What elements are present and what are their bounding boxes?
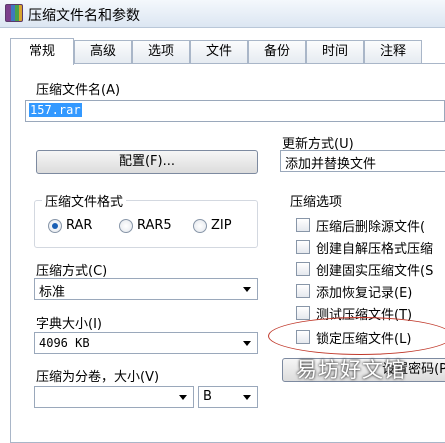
tab-files[interactable]: 文件	[190, 40, 248, 63]
update-mode-select[interactable]: 添加并替换文件	[280, 150, 445, 172]
format-rar-radio[interactable]	[48, 219, 62, 233]
archive-name-value: 157.rar	[29, 103, 82, 117]
dictionary-size-value: 4096 KB	[39, 336, 90, 350]
compression-method-label: 压缩方式(C)	[36, 264, 108, 279]
dictionary-size-label: 字典大小(I)	[36, 317, 102, 332]
format-zip-radio[interactable]	[193, 219, 207, 233]
tab-backup[interactable]: 备份	[248, 40, 306, 63]
tab-advanced[interactable]: 高级	[74, 40, 132, 63]
compression-method-select[interactable]: 标准	[34, 278, 258, 300]
dictionary-size-select[interactable]: 4096 KB	[34, 332, 258, 354]
chevron-down-icon[interactable]	[239, 335, 255, 351]
tab-options[interactable]: 选项	[132, 40, 190, 63]
format-zip-label: ZIP	[211, 218, 232, 233]
split-volumes-input[interactable]	[34, 386, 194, 408]
recovery-record-label: 添加恢复记录(E)	[316, 286, 413, 301]
tab-comment[interactable]: 注释	[364, 40, 422, 63]
highlight-annotation	[268, 317, 445, 355]
chevron-down-icon[interactable]	[239, 281, 255, 297]
test-archive-checkbox[interactable]	[296, 306, 310, 320]
window-title: 压缩文件名和参数	[28, 8, 140, 24]
split-unit-select[interactable]: B	[198, 386, 258, 408]
update-mode-value: 添加并替换文件	[285, 157, 377, 172]
format-rar5-radio[interactable]	[119, 219, 133, 233]
archive-name-input[interactable]: 157.rar	[25, 100, 445, 122]
tab-general[interactable]: 常规	[10, 38, 74, 65]
archive-format-title: 压缩文件格式	[42, 191, 127, 210]
compression-options-title: 压缩选项	[290, 195, 343, 210]
format-rar5-label: RAR5	[137, 218, 172, 233]
delete-after-label: 压缩后删除源文件(	[316, 220, 426, 235]
create-sfx-checkbox[interactable]	[296, 240, 310, 254]
archive-name-label: 压缩文件名(A)	[36, 83, 121, 98]
delete-after-checkbox[interactable]	[296, 218, 310, 232]
title-bar: 压缩文件名和参数	[0, 0, 445, 28]
create-solid-label: 创建固实压缩文件(S	[316, 264, 434, 279]
recovery-record-checkbox[interactable]	[296, 284, 310, 298]
watermark: 易坊好文馆	[296, 358, 406, 382]
profiles-button[interactable]: 配置(F)...	[36, 150, 258, 174]
tab-time[interactable]: 时间	[306, 40, 364, 63]
create-solid-checkbox[interactable]	[296, 262, 310, 276]
create-sfx-label: 创建自解压格式压缩	[316, 242, 434, 257]
format-rar-label: RAR	[66, 218, 93, 233]
compression-method-value: 标准	[39, 285, 66, 300]
split-volumes-label: 压缩为分卷，大小(V)	[36, 370, 160, 385]
split-unit-value: B	[203, 389, 212, 404]
chevron-down-icon[interactable]	[175, 389, 191, 405]
chevron-down-icon[interactable]	[239, 389, 255, 405]
winrar-app-icon	[5, 4, 23, 22]
